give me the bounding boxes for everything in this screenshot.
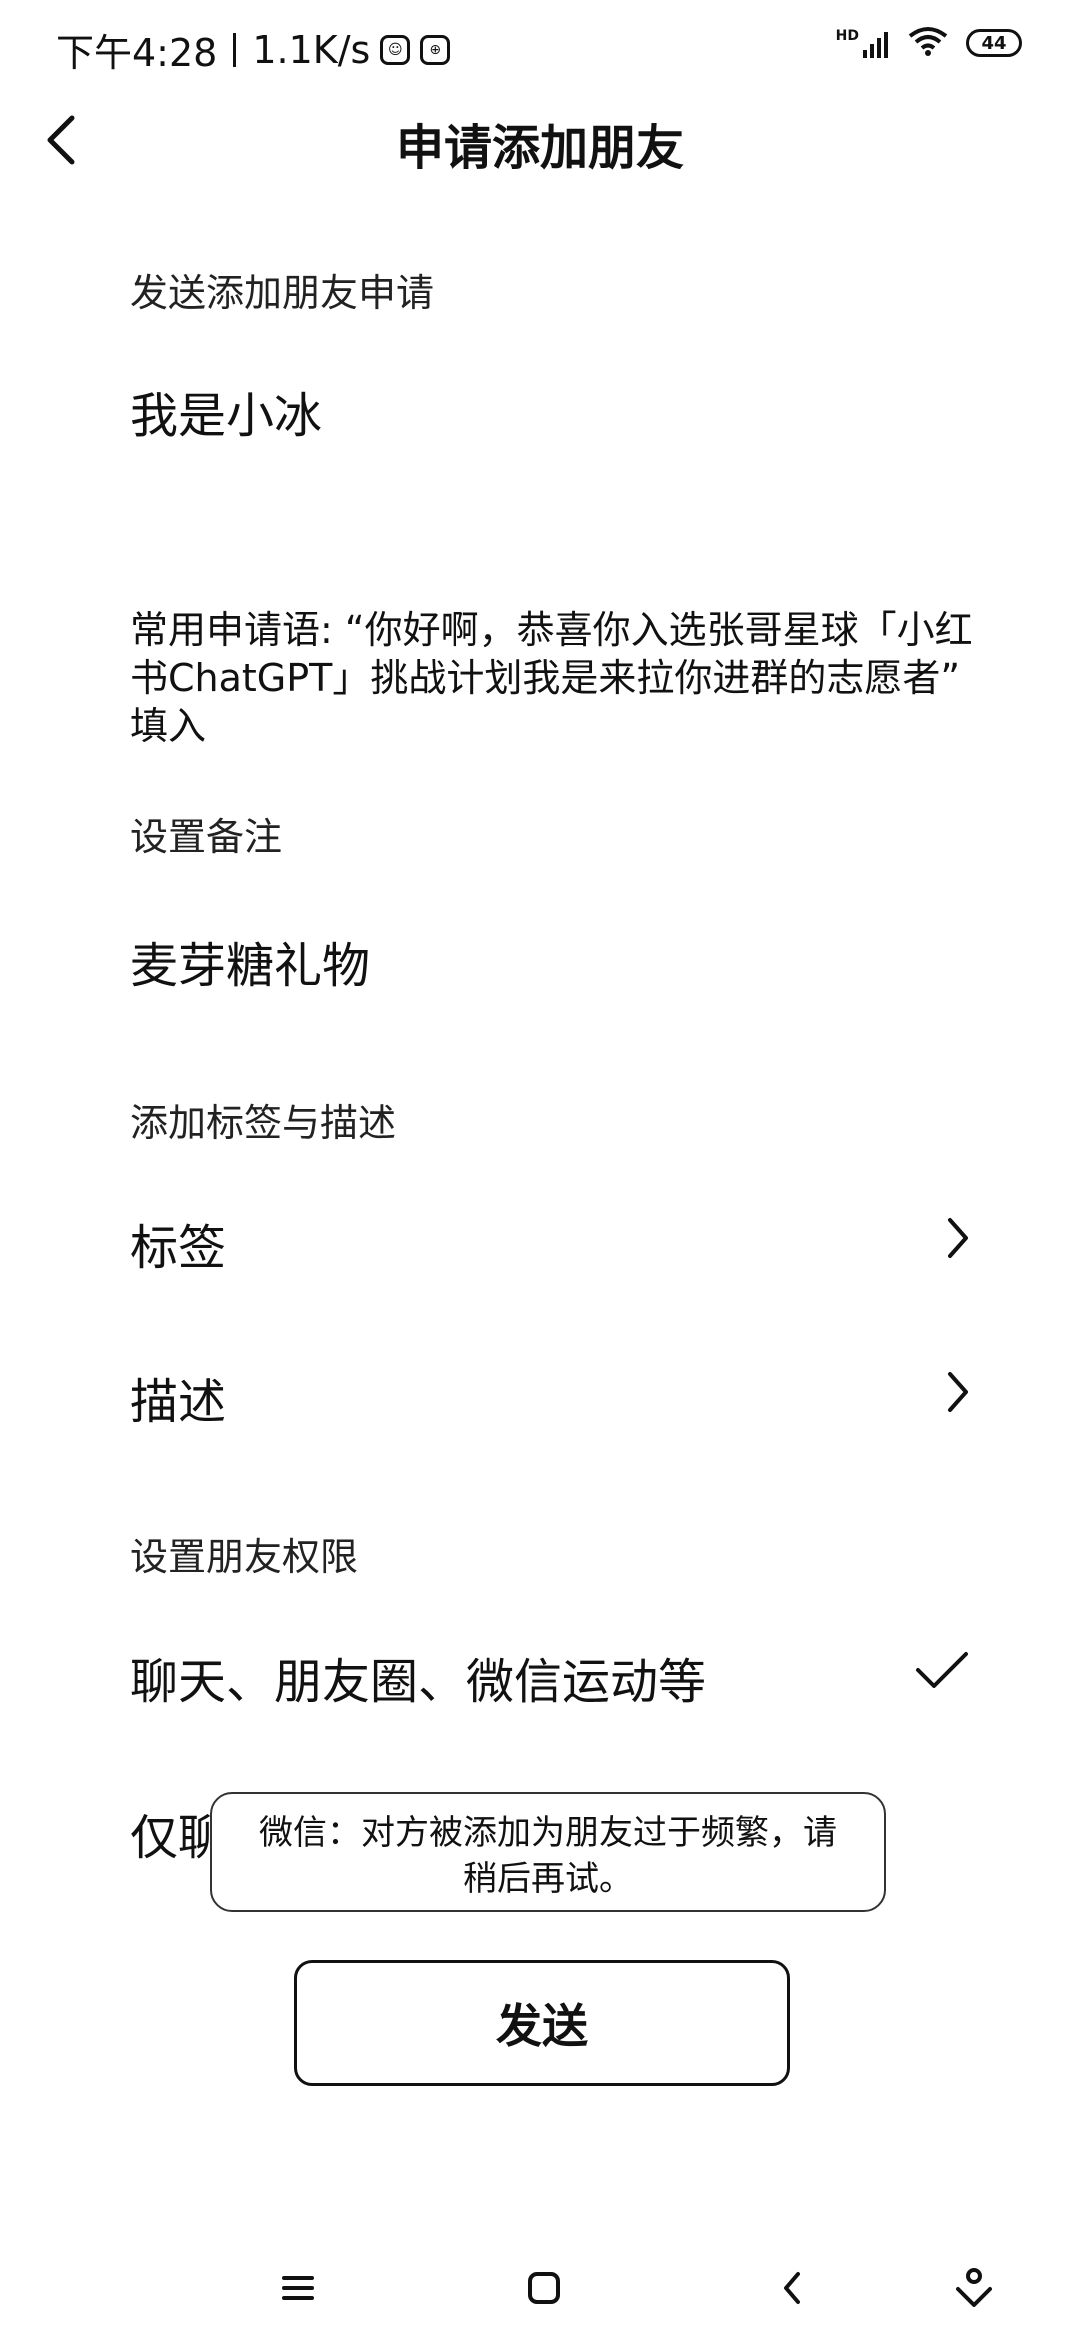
tags-section-label: 添加标签与描述 — [130, 1101, 397, 1145]
remark-section-label: 设置备注 — [130, 815, 283, 859]
permission-option-all-label: 聊天、朋友圈、微信运动等 — [130, 1654, 707, 1710]
description-chevron-right-icon — [946, 1370, 970, 1414]
checkmark-icon — [914, 1650, 970, 1690]
description-row[interactable]: 描述 — [130, 1362, 226, 1432]
page-title: 申请添加朋友 — [395, 120, 684, 176]
nav-back-button[interactable] — [762, 2258, 822, 2318]
request-section-label: 发送添加朋友申请 — [130, 271, 435, 315]
battery-icon: 44 — [966, 29, 1022, 57]
nav-menu-button[interactable] — [268, 2258, 328, 2318]
toast-message: 微信：对方被添加为朋友过于频繁，请稍后再试。 — [259, 1813, 837, 1899]
app-notification-icon: ☺ — [380, 34, 411, 65]
status-net-speed: 1.1K/s — [252, 27, 371, 72]
status-bar-left: 下午4:28 1.1K/s ☺ ⊕ — [56, 22, 451, 77]
wifi-icon — [908, 26, 948, 60]
permissions-section-label: 设置朋友权限 — [130, 1535, 359, 1579]
status-separator — [233, 32, 237, 67]
nav-home-button[interactable] — [514, 2258, 574, 2318]
nav-assistant-button[interactable] — [944, 2258, 1004, 2318]
nav-back-icon — [784, 2272, 800, 2304]
signal-icon: HD — [836, 28, 890, 58]
description-label: 描述 — [130, 1374, 227, 1430]
common-phrase-hint[interactable]: 常用申请语: “你好啊，恭喜你入选张哥星球「小红书ChatGPT」挑战计划我是来… — [130, 606, 980, 750]
status-bar-right: HD 44 — [836, 26, 1022, 60]
app-notification-icon-2: ⊕ — [420, 34, 451, 65]
home-square-icon — [528, 2272, 560, 2304]
remark-input[interactable]: 麦芽糖礼物 — [130, 926, 370, 996]
assistant-icon — [956, 2268, 992, 2307]
status-time: 下午4:28 — [56, 31, 218, 75]
tags-row[interactable]: 标签 — [130, 1208, 226, 1278]
error-toast: 微信：对方被添加为朋友过于频繁，请稍后再试。 — [210, 1792, 886, 1912]
common-phrase-text: 常用申请语: “你好啊，恭喜你入选张哥星球「小红书ChatGPT」挑战计划我是来… — [130, 608, 973, 748]
tags-label: 标签 — [130, 1220, 227, 1276]
request-message-input[interactable]: 我是小冰 — [130, 376, 322, 446]
menu-icon — [282, 2276, 314, 2300]
tags-chevron-right-icon — [946, 1216, 970, 1260]
permission-option-all[interactable]: 聊天、朋友圈、微信运动等 — [130, 1642, 706, 1712]
send-button[interactable]: 发送 — [294, 1960, 790, 2086]
send-button-label: 发送 — [496, 1999, 588, 2053]
signal-hd-label: HD — [835, 28, 859, 44]
